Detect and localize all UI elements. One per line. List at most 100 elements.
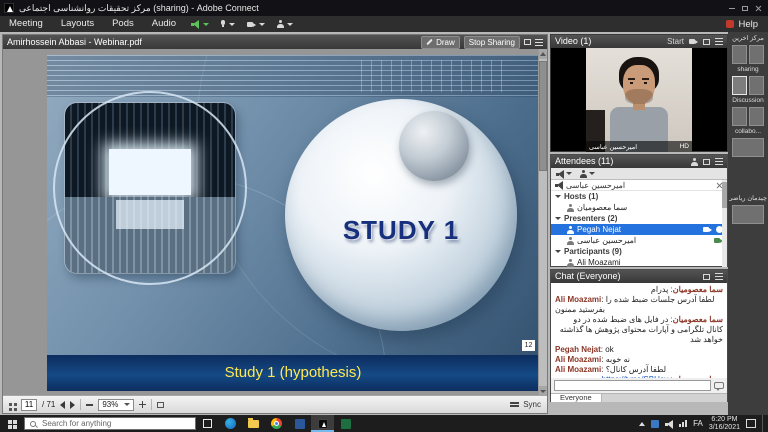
stop-sharing-button[interactable]: Stop Sharing bbox=[464, 36, 520, 49]
pod-menu-icon[interactable] bbox=[715, 41, 723, 42]
popout-icon[interactable] bbox=[703, 274, 710, 280]
chevron-down-icon bbox=[287, 23, 293, 26]
scroll-up-button[interactable] bbox=[539, 49, 547, 59]
chat-bubble-icon[interactable] bbox=[714, 382, 724, 389]
zoom-level: 93% bbox=[102, 400, 118, 409]
minimize-icon[interactable] bbox=[729, 8, 735, 9]
audio-status-button[interactable] bbox=[556, 170, 572, 178]
layout-thumbnail[interactable] bbox=[732, 205, 764, 224]
active-speaker-row[interactable]: امیرحسین عباسی bbox=[551, 180, 727, 191]
vertical-scrollbar[interactable] bbox=[538, 49, 547, 396]
pod-menu-icon[interactable] bbox=[715, 276, 723, 277]
webcam-icon bbox=[703, 227, 712, 232]
video-overlay-bar: امیرحسین عباسی HD bbox=[586, 141, 692, 152]
popout-icon[interactable] bbox=[703, 159, 710, 165]
microphone-menu-button[interactable] bbox=[215, 20, 241, 28]
group-header-participants[interactable]: Participants (9) bbox=[551, 246, 727, 257]
participant-eyebrow bbox=[628, 78, 635, 80]
close-icon[interactable] bbox=[755, 5, 762, 12]
language-indicator[interactable]: FA bbox=[693, 419, 703, 428]
chevron-down-icon bbox=[555, 250, 561, 253]
vertical-scrollbar[interactable] bbox=[722, 180, 727, 267]
attendee-row[interactable]: Ali Moazami bbox=[551, 257, 727, 268]
layout-thumbnail[interactable] bbox=[749, 107, 764, 126]
zoom-in-button[interactable] bbox=[139, 401, 146, 408]
toolbar-divider bbox=[151, 399, 152, 410]
menu-item-pods[interactable]: Pods bbox=[103, 16, 143, 32]
start-webcam-button[interactable]: Start bbox=[667, 35, 684, 48]
popout-icon[interactable] bbox=[524, 39, 531, 45]
menu-item-audio[interactable]: Audio bbox=[143, 16, 185, 32]
webcam-menu-button[interactable] bbox=[241, 22, 271, 27]
attendee-row-selected[interactable]: Pegah Nejat bbox=[551, 224, 727, 235]
pod-menu-icon[interactable] bbox=[715, 161, 723, 162]
user-status-button[interactable] bbox=[580, 170, 595, 178]
network-icon[interactable] bbox=[679, 420, 687, 427]
file-explorer-button[interactable] bbox=[242, 415, 265, 432]
speaker-menu-button[interactable] bbox=[185, 20, 215, 29]
attendees-toolbar bbox=[551, 168, 727, 180]
layout-label: Discussion bbox=[732, 97, 763, 105]
thumbnails-icon[interactable] bbox=[9, 403, 12, 406]
task-view-button[interactable] bbox=[196, 415, 219, 432]
layout-thumbnail-active[interactable] bbox=[732, 76, 747, 95]
layout-thumbnail[interactable] bbox=[732, 138, 764, 157]
group-label: Participants (9) bbox=[564, 247, 622, 256]
webcam-icon[interactable] bbox=[689, 39, 698, 44]
menu-item-layouts[interactable]: Layouts bbox=[52, 16, 103, 32]
menu-item-meeting[interactable]: Meeting bbox=[0, 16, 52, 32]
tab-everyone[interactable]: Everyone bbox=[551, 394, 602, 402]
chat-message: Ali Moazami: لطفا آدرس جلسات ضبط شده را … bbox=[555, 295, 723, 315]
pod-menu-icon[interactable] bbox=[535, 42, 543, 43]
chevron-down-icon bbox=[589, 172, 595, 175]
page-total-label: / 71 bbox=[42, 400, 55, 409]
scrollbar-thumb[interactable] bbox=[539, 61, 547, 171]
zoom-select[interactable]: 93% bbox=[98, 399, 134, 411]
previous-page-button[interactable] bbox=[60, 401, 65, 409]
layout-thumbnail[interactable] bbox=[732, 45, 747, 64]
fullscreen-button[interactable] bbox=[157, 402, 164, 408]
chat-pod: Chat (Everyone) سما معصومیان: پدرام Ali … bbox=[550, 269, 728, 402]
taskbar-search[interactable] bbox=[24, 417, 196, 430]
attendee-row[interactable]: سما معصومیان bbox=[551, 202, 727, 213]
participant-beard bbox=[625, 89, 653, 104]
help-button[interactable]: Help bbox=[726, 19, 768, 30]
layout-thumbnail[interactable] bbox=[749, 45, 764, 64]
chat-input[interactable] bbox=[554, 380, 711, 391]
share-pod-title: Amirhossein Abbasi - Webinar.pdf bbox=[7, 36, 142, 49]
volume-icon[interactable] bbox=[665, 420, 673, 428]
popout-icon[interactable] bbox=[703, 39, 710, 45]
excel-button[interactable] bbox=[334, 415, 357, 432]
next-page-button[interactable] bbox=[70, 401, 75, 409]
chevron-down-icon bbox=[555, 195, 561, 198]
layout-thumbnail[interactable] bbox=[732, 107, 747, 126]
search-input[interactable] bbox=[40, 418, 170, 429]
taskbar-clock[interactable]: 6:20 PM 3/16/2021 bbox=[709, 416, 740, 432]
status-menu-button[interactable] bbox=[271, 20, 299, 28]
word-button[interactable] bbox=[288, 415, 311, 432]
page-number-input[interactable] bbox=[21, 399, 37, 411]
draw-button[interactable]: Draw bbox=[421, 36, 460, 49]
webcam-feed: امیرحسین عباسی HD bbox=[586, 48, 692, 152]
group-header-presenters[interactable]: Presenters (2) bbox=[551, 213, 727, 224]
notification-center-icon[interactable] bbox=[746, 419, 756, 428]
start-button[interactable] bbox=[0, 415, 24, 432]
maximize-icon[interactable] bbox=[742, 6, 748, 11]
system-tray: FA 6:20 PM 3/16/2021 bbox=[639, 415, 768, 432]
attendee-row[interactable]: امیرحسین عباسی bbox=[551, 235, 727, 246]
edge-button[interactable] bbox=[219, 415, 242, 432]
sync-toggle[interactable]: Sync bbox=[510, 400, 541, 409]
slide-title: STUDY 1 bbox=[291, 215, 511, 246]
chat-text: نه خوبه bbox=[606, 355, 630, 364]
tray-app-icon[interactable] bbox=[651, 420, 659, 428]
tray-expand-icon[interactable] bbox=[639, 422, 645, 426]
attendee-status-icon[interactable] bbox=[691, 158, 698, 166]
chrome-button[interactable] bbox=[265, 415, 288, 432]
scrollbar-thumb[interactable] bbox=[722, 182, 727, 208]
attendee-name: Pegah Nejat bbox=[577, 225, 621, 234]
group-header-hosts[interactable]: Hosts (1) bbox=[551, 191, 727, 202]
show-desktop-button[interactable] bbox=[762, 415, 765, 432]
layout-thumbnail[interactable] bbox=[749, 76, 764, 95]
adobe-connect-button[interactable] bbox=[311, 415, 334, 432]
zoom-out-button[interactable] bbox=[86, 404, 93, 406]
